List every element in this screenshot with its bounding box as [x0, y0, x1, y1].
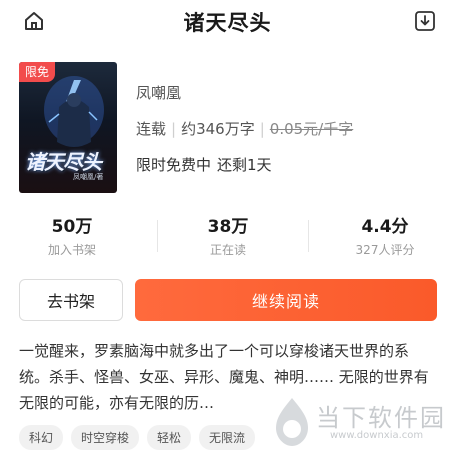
cover-author-text: 凤嘲凰/著 — [73, 173, 104, 181]
stat-label: 加入书架 — [47, 243, 96, 257]
promo-label: 限时免费中 — [136, 156, 212, 174]
go-to-shelf-button[interactable]: 去书架 — [19, 279, 123, 321]
watermark: 当下软件园 www.downxia.com — [270, 396, 455, 456]
meta-divider: | — [171, 120, 177, 138]
book-meta: 连载 | 约346万字 | 0.05元/千字 — [136, 118, 353, 139]
cover-title-text: 诸天尽头 — [25, 150, 102, 174]
stat-divider — [308, 220, 309, 252]
status-label: 连载 — [136, 120, 167, 138]
stat-value: 38万 — [207, 217, 249, 237]
tag-chip[interactable]: 无限流 — [199, 425, 256, 450]
page-title: 诸天尽头 — [183, 11, 272, 35]
word-count: 约346万字 — [181, 120, 255, 138]
stat-divider — [157, 220, 158, 252]
header-bar: 诸天尽头 — [0, 0, 455, 40]
promo-remaining: 还剩1天 — [217, 156, 272, 174]
author-name[interactable]: 凤嘲凰 — [136, 82, 181, 103]
tag-chip[interactable]: 科幻 — [19, 425, 64, 450]
stat-value: 50万 — [51, 217, 93, 237]
promo-info: 限时免费中 还剩1天 — [136, 154, 272, 175]
download-icon[interactable] — [412, 8, 438, 34]
free-badge: 限免 — [19, 62, 56, 82]
meta-divider: | — [259, 120, 265, 138]
tag-chip[interactable]: 时空穿梭 — [71, 425, 140, 450]
stat-value: 4.4分 — [361, 217, 409, 237]
book-cover[interactable]: 限免 诸天尽头 凤嘲凰/著 — [19, 62, 117, 193]
stat-shelf: 50万 加入书架 — [7, 212, 137, 258]
stat-reading: 38万 正在读 — [163, 212, 293, 258]
watermark-logo-icon — [276, 398, 308, 446]
stat-label: 327人评分 — [355, 243, 415, 257]
watermark-url: www.downxia.com — [330, 430, 424, 441]
tag-list: 科幻 时空穿梭 轻松 无限流 — [19, 425, 263, 450]
stats-row: 50万 加入书架 38万 正在读 4.4分 327人评分 — [0, 212, 455, 262]
stat-rating[interactable]: 4.4分 327人评分 — [320, 212, 450, 258]
stat-label: 正在读 — [209, 243, 246, 257]
continue-reading-button[interactable]: 继续阅读 — [135, 279, 437, 321]
watermark-brand: 当下软件园 — [316, 404, 446, 432]
tag-chip[interactable]: 轻松 — [147, 425, 192, 450]
price: 0.05元/千字 — [269, 120, 354, 138]
